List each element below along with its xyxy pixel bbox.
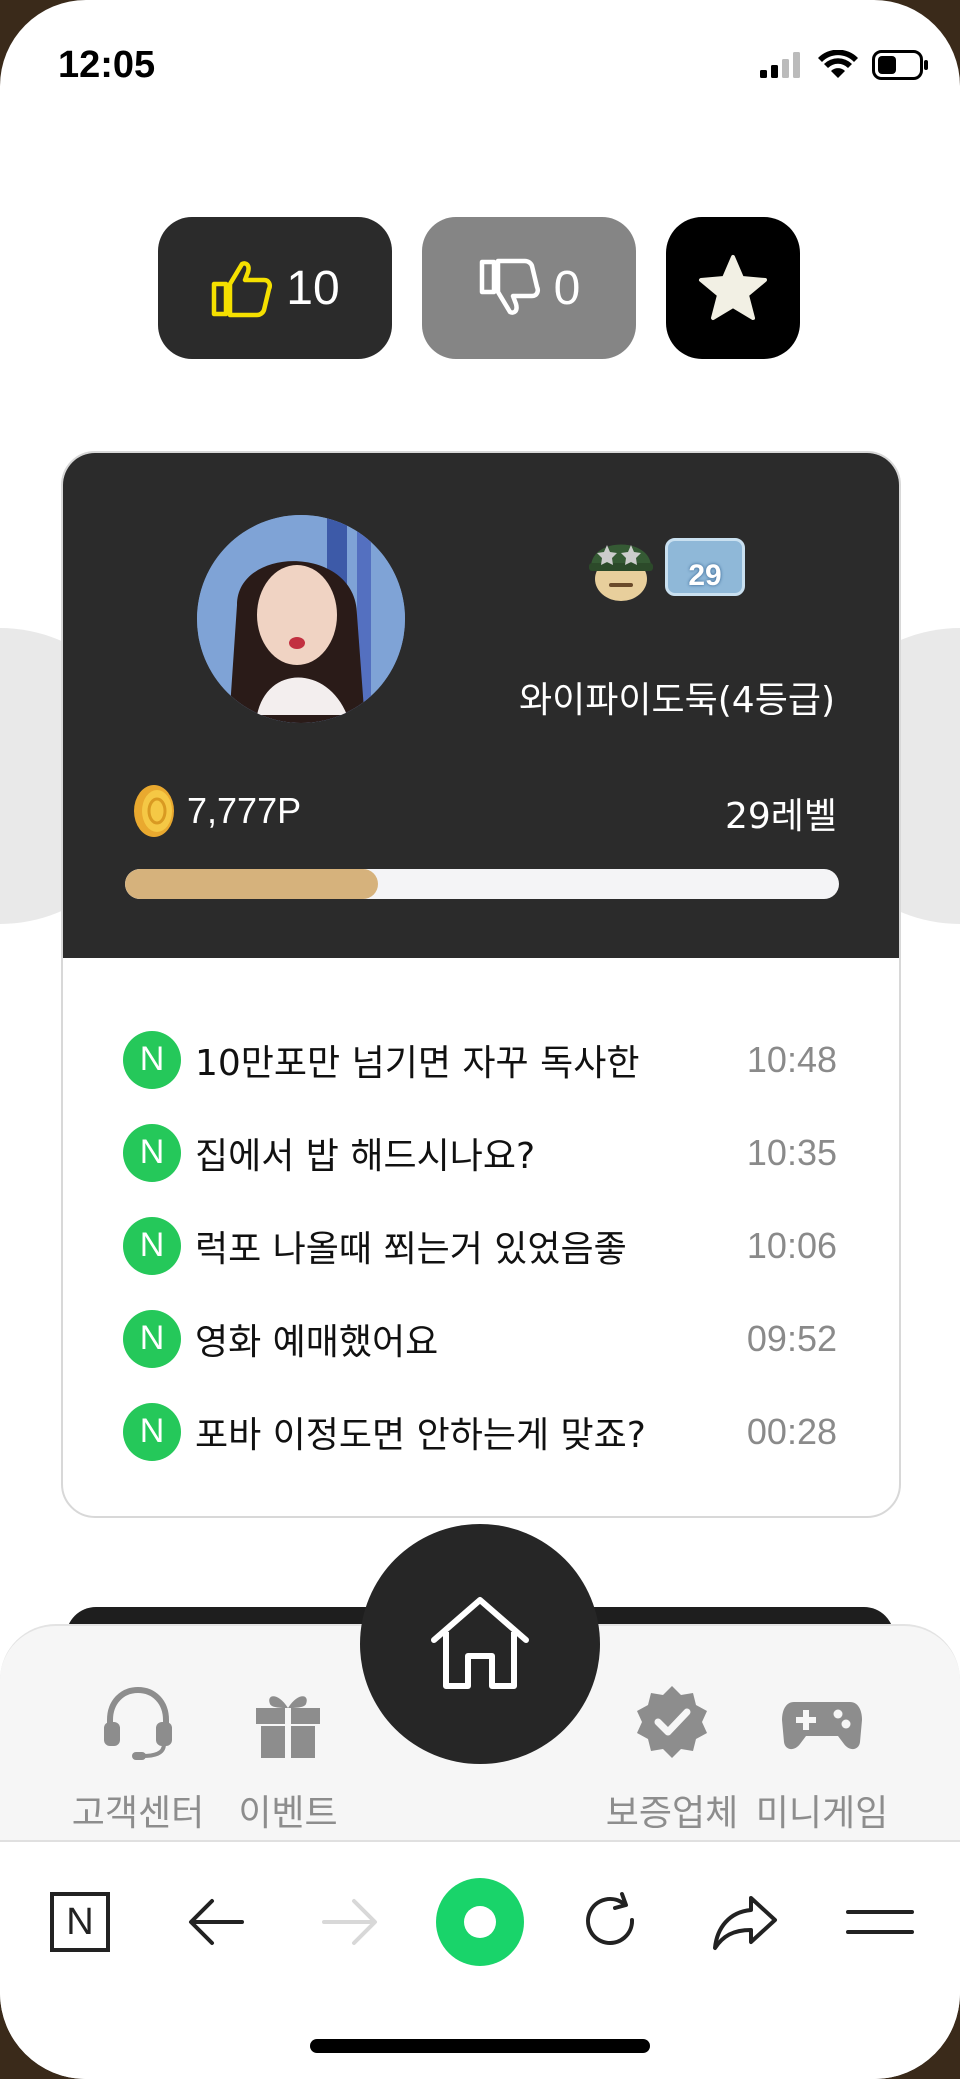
post-title: 포바 이정도면 안하는게 맞죠? (195, 1414, 646, 1456)
post-title: 집에서 밥 해드시나요? (195, 1135, 536, 1177)
status-time: 12:05 (58, 44, 156, 86)
naver-logo-letter: N (66, 1900, 94, 1943)
refresh-icon (586, 1892, 635, 1945)
post-list-item[interactable]: N 포바 이정도면 안하는게 맞죠? 00:28 (123, 1385, 837, 1478)
new-badge: N (123, 1402, 181, 1461)
post-list-item[interactable]: N 10만포만 넘기면 자꾸 독사한 10:48 (123, 1013, 837, 1106)
verified-badge-icon (637, 1686, 707, 1758)
nav-mini-game[interactable]: 미니게임 (747, 1682, 897, 1836)
wifi-icon (818, 50, 858, 78)
nav-verified-partners[interactable]: 보증업체 (597, 1682, 747, 1836)
like-count: 10 (286, 261, 340, 315)
post-time: 10:48 (746, 1038, 837, 1080)
phone-screen: 12:05 10 0 29 와이파이도둑(4등급) 7,777P 29레벨 N … (0, 0, 960, 2079)
gift-icon (256, 1696, 320, 1758)
back-button[interactable] (176, 1882, 256, 1962)
grade-badges: 29 (583, 527, 745, 607)
post-title: 10만포만 넘기면 자꾸 독사한 (195, 1042, 640, 1084)
new-badge: N (123, 1123, 181, 1182)
post-list-item[interactable]: N 집에서 밥 해드시나요? 10:35 (123, 1106, 837, 1199)
dislike-button[interactable]: 0 (422, 217, 636, 359)
exp-progress-bar (125, 869, 839, 899)
exp-progress-fill (125, 869, 379, 899)
avatar-image (197, 515, 405, 723)
post-list-item[interactable]: N 영화 예매했어요 09:52 (123, 1292, 837, 1385)
share-button[interactable] (706, 1882, 786, 1962)
profile-card: 29 와이파이도둑(4등급) 7,777P 29레벨 N 10만포만 넘기면 자꾸… (61, 451, 901, 1518)
thumbs-down-icon (479, 258, 540, 315)
rank-helmet-icon (589, 544, 653, 601)
back-arrow-icon (189, 1899, 244, 1945)
level-text: 29레벨 (724, 796, 837, 837)
points: 7,777P (129, 783, 301, 839)
status-icons (760, 50, 930, 80)
new-badge: N (123, 1030, 181, 1089)
home-button[interactable] (360, 1524, 600, 1764)
recent-posts-list: N 10만포만 넘기면 자꾸 독사한 10:48 N 집에서 밥 해드시나요? 10:35… (123, 1013, 837, 1478)
new-badge: N (123, 1309, 181, 1368)
green-dot-icon (436, 1878, 524, 1966)
reaction-row: 10 0 (0, 217, 960, 361)
nav-label-verified-partners: 보증업체 (605, 1793, 739, 1834)
nav-label-customer-center: 고객센터 (71, 1793, 205, 1834)
gamepad-icon (782, 1702, 862, 1750)
points-value: 7,777P (187, 790, 302, 831)
dislike-count: 0 (553, 261, 581, 315)
new-badge: N (123, 1216, 181, 1275)
post-title: 럭포 나올때 쬐는거 있었음좋 (195, 1228, 627, 1270)
like-button[interactable]: 10 (158, 217, 392, 359)
post-title: 영화 예매했어요 (195, 1321, 439, 1363)
nickname: 와이파이도둑(4등급) (519, 680, 835, 721)
menu-icon (846, 1910, 914, 1934)
share-icon (713, 1896, 777, 1950)
signal-icon (760, 52, 800, 78)
avatar[interactable] (197, 515, 405, 723)
coin-icon (134, 785, 174, 837)
menu-button[interactable] (840, 1882, 920, 1962)
post-time: 00:28 (746, 1410, 837, 1452)
star-icon (699, 255, 767, 320)
post-time: 10:35 (746, 1131, 837, 1173)
naver-logo: N (50, 1892, 110, 1952)
headset-icon (104, 1686, 172, 1760)
battery-icon (872, 50, 928, 80)
home-indicator (310, 2039, 650, 2053)
nav-label-event: 이벤트 (238, 1793, 338, 1834)
post-list-item[interactable]: N 럭포 나올때 쬐는거 있었음좋 10:06 (123, 1199, 837, 1292)
favorite-button[interactable] (666, 217, 800, 359)
level-badge-number: 29 (688, 559, 722, 592)
nav-event[interactable]: 이벤트 (213, 1682, 363, 1836)
forward-arrow-icon (322, 1899, 377, 1945)
profile-header: 29 와이파이도둑(4등급) 7,777P 29레벨 (63, 453, 899, 958)
level-badge: 29 (665, 538, 745, 596)
post-time: 09:52 (746, 1317, 837, 1359)
nav-label-mini-game: 미니게임 (755, 1793, 889, 1834)
home-icon (431, 1597, 529, 1689)
thumbs-up-icon (212, 261, 273, 318)
forward-button[interactable] (310, 1882, 390, 1962)
refresh-button[interactable] (570, 1882, 650, 1962)
nav-customer-center[interactable]: 고객센터 (63, 1682, 213, 1836)
naver-home-button[interactable]: N (40, 1882, 120, 1962)
green-dot-button[interactable] (430, 1872, 530, 1972)
post-time: 10:06 (746, 1224, 837, 1266)
